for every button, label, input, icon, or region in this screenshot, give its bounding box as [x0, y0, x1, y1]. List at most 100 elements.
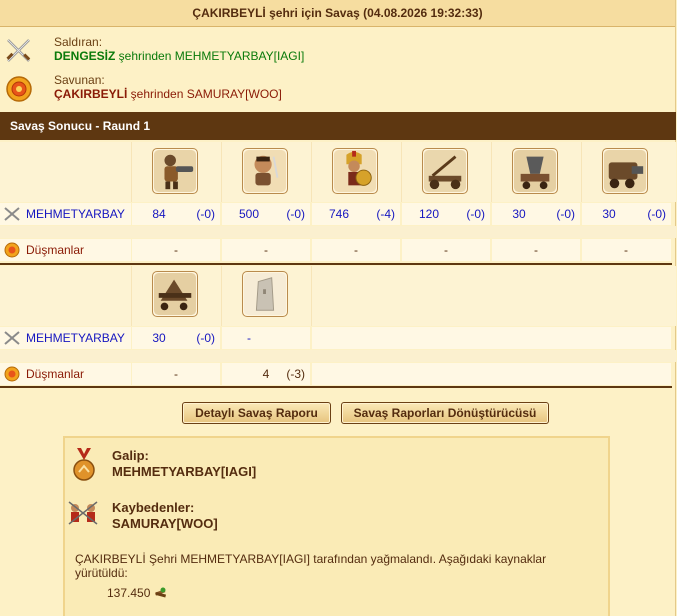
unit-count: 500: [238, 207, 260, 221]
report-converter-button[interactable]: Savaş Raporları Dönüştürücüsü: [341, 402, 549, 424]
enemy-count-cell: -: [492, 239, 580, 261]
unit-loss: (-0): [286, 207, 305, 221]
shield-icon: [6, 76, 32, 102]
attacker-row: Saldıran: DENGESİZ şehrinden MEHMETYARBA…: [0, 32, 676, 70]
unit-count: -: [444, 243, 448, 257]
unit-loss: (-4): [376, 207, 395, 221]
unit-count: -: [247, 331, 251, 345]
unit-count: 30: [512, 207, 526, 221]
attacker-player[interactable]: şehrinden MEHMETYARBAY[IAGI]: [115, 49, 305, 63]
loser-label: Kaybedenler:: [112, 500, 195, 515]
unit-col-1: [131, 142, 221, 202]
resource-row: 137.450: [107, 586, 166, 600]
enemy-count-cell: -: [312, 239, 400, 261]
enemy-count-cell: -: [132, 239, 220, 261]
detailed-report-button[interactable]: Detaylı Savaş Raporu: [182, 402, 331, 424]
wood-icon: [154, 587, 166, 598]
resource-amount: 137.450: [107, 586, 151, 600]
battle-summary: Galip: MEHMETYARBAY[IAGI] Kaybedenler: S…: [63, 436, 610, 616]
defender-player[interactable]: şehrinden SAMURAY[WOO]: [127, 87, 282, 101]
unit-col-2: [221, 142, 311, 202]
empty-unit-area: [311, 266, 676, 326]
enemy-count-cell: -: [132, 363, 220, 385]
battle-report: ÇAKIRBEYLİ şehri için Savaş (04.08.2026 …: [0, 0, 676, 616]
swordsman-icon[interactable]: [242, 148, 288, 194]
attacker-city-link[interactable]: DENGESİZ: [54, 49, 115, 63]
crossed-swords-icon: [4, 207, 20, 221]
plunder-text: ÇAKIRBEYLİ Şehri MEHMETYARBAY[IAGI] tara…: [75, 552, 547, 580]
player-count-cell: 120 (-0): [402, 203, 490, 225]
winner-name[interactable]: MEHMETYARBAY[IAGI]: [112, 464, 256, 479]
round-header: Savaş Sonucu - Raund 1: [0, 112, 676, 140]
player-row-label: MEHMETYARBAY: [0, 203, 131, 225]
unit-count: -: [174, 367, 178, 381]
empty-cell: [312, 327, 671, 349]
player-count-cell: 30 (-0): [582, 203, 671, 225]
unit-loss: (-0): [196, 331, 215, 345]
attacker-info: DENGESİZ şehrinden MEHMETYARBAY[IAGI]: [54, 49, 304, 63]
enemy-count-cell: -: [222, 239, 310, 261]
wall-icon[interactable]: [242, 271, 288, 317]
defender-row: Savunan: ÇAKIRBEYLİ şehrinden SAMURAY[WO…: [0, 70, 676, 108]
unit-count: 120: [418, 207, 440, 221]
unit-loss: (-0): [647, 207, 666, 221]
unit-loss: (-3): [286, 367, 305, 381]
medal-icon: [73, 448, 95, 481]
enemy-name: Düşmanlar: [26, 367, 85, 381]
crossed-swords-icon: [6, 39, 31, 62]
empty-cell: [312, 363, 671, 385]
loser-name[interactable]: SAMURAY[WOO]: [112, 516, 218, 531]
enemy-count-cell: 4 (-3): [222, 363, 310, 385]
enemy-row-label: Düşmanlar: [0, 239, 131, 261]
player-count-cell: 84 (-0): [132, 203, 220, 225]
defeated-soldiers-icon: [68, 501, 98, 525]
unit-count: -: [174, 243, 178, 257]
attacker-label: Saldıran:: [54, 35, 103, 49]
mortar-icon[interactable]: [512, 148, 558, 194]
defender-city-link[interactable]: ÇAKIRBEYLİ: [54, 87, 127, 101]
player-name[interactable]: MEHMETYARBAY: [26, 331, 125, 345]
soldier-cannon-icon[interactable]: [152, 148, 198, 194]
unit-count: 84: [152, 207, 166, 221]
unit-count: 30: [152, 331, 166, 345]
block-divider: [0, 263, 672, 265]
unit-count: -: [264, 243, 268, 257]
unit-count: -: [534, 243, 538, 257]
block-divider: [0, 386, 672, 388]
page-title: ÇAKIRBEYLİ şehri için Savaş (04.08.2026 …: [0, 0, 675, 27]
enemy-count-cell: -: [402, 239, 490, 261]
unit-count: 746: [328, 207, 350, 221]
unit-col-4: [401, 142, 491, 202]
unit-loss: (-0): [466, 207, 485, 221]
player-count-cell: 500 (-0): [222, 203, 310, 225]
unit-col-3: [311, 142, 401, 202]
shield-icon: [4, 242, 20, 258]
player-count-cell: 30 (-0): [492, 203, 580, 225]
unit-table-2: MEHMETYARBAY 30 (-0) - Düşmanlar - 4 (-3): [0, 266, 676, 386]
player-count-cell: 30 (-0): [132, 327, 220, 349]
player-count-cell: -: [222, 327, 310, 349]
hoplite-icon[interactable]: [332, 148, 378, 194]
ram-icon[interactable]: [152, 271, 198, 317]
unit-col-2: [221, 266, 311, 326]
unit-col-6: [581, 142, 676, 202]
enemy-count-cell: -: [582, 239, 671, 261]
winner-label: Galip:: [112, 448, 149, 463]
shield-icon: [4, 366, 20, 382]
unit-loss: (-0): [556, 207, 575, 221]
unit-col-1: [131, 266, 221, 326]
steam-ram-icon[interactable]: [602, 148, 648, 194]
player-name[interactable]: MEHMETYARBAY: [26, 207, 125, 221]
unit-count: -: [354, 243, 358, 257]
enemy-name: Düşmanlar: [26, 243, 85, 257]
player-count-cell: 746 (-4): [312, 203, 400, 225]
player-row-label: MEHMETYARBAY: [0, 327, 131, 349]
unit-count: 30: [602, 207, 616, 221]
unit-table-1: MEHMETYARBAY 84 (-0) 500 (-0) 746 (-4) 120 (…: [0, 142, 676, 264]
catapult-icon[interactable]: [422, 148, 468, 194]
defender-info: ÇAKIRBEYLİ şehrinden SAMURAY[WOO]: [54, 87, 282, 101]
defender-label: Savunan:: [54, 73, 105, 87]
unit-col-5: [491, 142, 581, 202]
unit-loss: (-0): [196, 207, 215, 221]
crossed-swords-icon: [4, 331, 20, 345]
